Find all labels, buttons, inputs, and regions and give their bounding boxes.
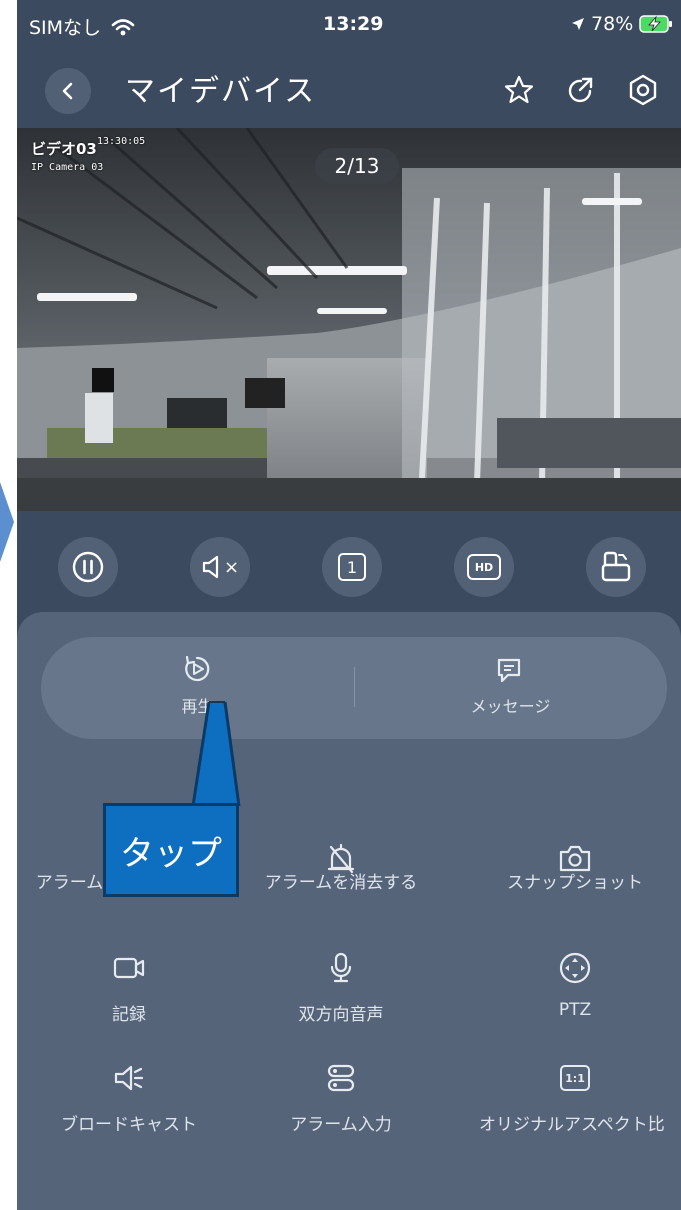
camera-feed[interactable]: ビデオ03 13:30:05 IP Camera 03 2/13	[17, 128, 681, 511]
settings-button[interactable]	[623, 70, 663, 110]
video-overlay-name: ビデオ03	[31, 140, 97, 158]
speaker-mute-icon	[202, 555, 219, 579]
page-title: マイデバイス	[125, 74, 317, 109]
hd-icon: HD	[467, 554, 501, 580]
two-way-audio-label: 双方向音声	[298, 1005, 384, 1025]
split-view-button[interactable]: 1	[322, 537, 382, 597]
clear-alarm-button[interactable]: アラームを消去する	[231, 868, 451, 893]
video-record-icon	[109, 948, 149, 988]
broadcast-label: ブロードキャスト	[61, 1115, 197, 1135]
record-label: 記録	[112, 1005, 146, 1025]
back-button[interactable]	[45, 68, 91, 114]
broadcast-icon	[109, 1058, 149, 1098]
aspect-ratio-button[interactable]: オリジナルアスペクト比	[465, 1110, 681, 1135]
record-button[interactable]: 記録	[19, 1000, 239, 1025]
rotate-screen-icon	[601, 551, 631, 582]
wifi-icon	[111, 19, 135, 36]
favorite-button[interactable]	[499, 70, 539, 110]
star-icon	[504, 75, 534, 104]
ptz-button[interactable]: PTZ	[465, 1000, 681, 1020]
ptz-icon	[555, 948, 595, 988]
pause-button[interactable]	[58, 537, 118, 597]
share-button[interactable]	[561, 70, 601, 110]
location-icon	[572, 18, 584, 30]
rotate-screen-button[interactable]	[586, 537, 646, 597]
page-indicator: 2/13	[315, 148, 399, 184]
settings-icon	[629, 74, 657, 106]
message-button[interactable]: メッセージ	[354, 637, 667, 739]
phone-screen: SIMなし 13:29 78% マイデバイス ビデオ03 13:30:05 IP…	[17, 0, 681, 1210]
broadcast-button[interactable]: ブロードキャスト	[19, 1110, 239, 1135]
alarm-input-label: アラーム入力	[290, 1115, 392, 1135]
snapshot-label: スナップショット	[507, 873, 643, 893]
status-time: 13:29	[323, 13, 384, 35]
pause-icon	[72, 551, 104, 583]
hd-button[interactable]: HD	[454, 537, 514, 597]
step-arrow	[0, 482, 14, 562]
clear-alarm-label: アラームを消去する	[264, 873, 418, 893]
battery-charging-icon	[639, 15, 673, 33]
two-way-audio-button[interactable]: 双方向音声	[231, 1000, 451, 1025]
status-battery: 78%	[571, 13, 673, 35]
share-icon	[568, 77, 593, 103]
tap-callout: タップ	[103, 803, 239, 897]
message-icon	[497, 658, 521, 683]
playback-icon	[185, 655, 210, 682]
alarm-input-icon	[321, 1058, 361, 1098]
status-carrier: SIMなし	[29, 13, 135, 40]
chevron-left-icon	[62, 82, 73, 100]
microphone-icon	[321, 948, 361, 988]
ptz-label: PTZ	[558, 1000, 592, 1020]
aspect-ratio-icon: 1:1	[555, 1058, 595, 1098]
snapshot-button[interactable]: スナップショット	[465, 868, 681, 893]
camera-image	[17, 128, 681, 511]
video-overlay-camera: IP Camera 03	[31, 162, 104, 173]
split-view-icon: 1	[338, 553, 366, 581]
aspect-ratio-label: オリジナルアスペクト比	[479, 1115, 665, 1135]
video-overlay-timestamp: 13:30:05	[97, 136, 146, 147]
mute-button[interactable]: ×	[190, 537, 250, 597]
callout-pointer	[191, 701, 241, 807]
message-label: メッセージ	[470, 697, 551, 716]
alarm-input-button[interactable]: アラーム入力	[231, 1110, 451, 1135]
